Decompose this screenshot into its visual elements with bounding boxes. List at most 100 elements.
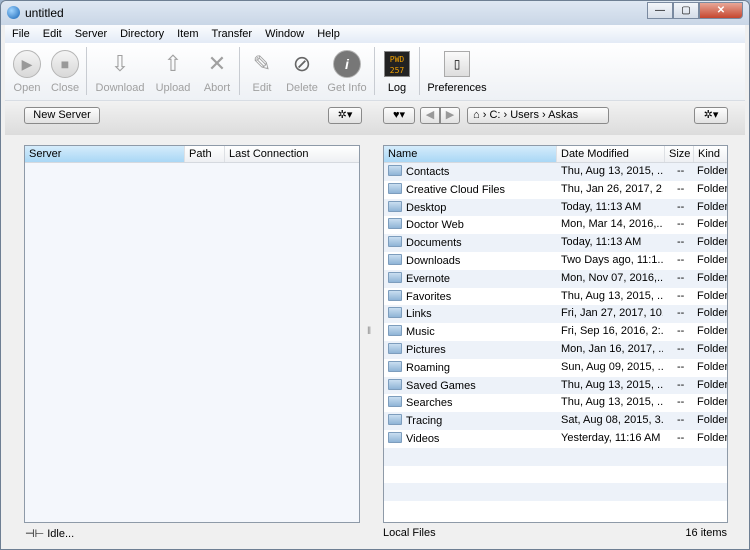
file-row[interactable]: Links Fri, Jan 27, 2017, 10... -- Folder [384,305,728,324]
log-button[interactable]: PWD 257 Log [380,47,414,94]
preferences-button[interactable]: ▯ Preferences [425,47,489,94]
menu-transfer[interactable]: Transfer [205,25,259,43]
folder-icon [388,271,402,283]
toolbar: ▶ Open ■ Close ⇩ Download ⇧ Upload ✕ Abort ✎ E… [5,43,745,101]
edit-label: Edit [252,82,272,94]
breadcrumb-users[interactable]: Users [510,109,539,121]
breadcrumb-c[interactable]: C: [489,109,500,121]
breadcrumb-askas[interactable]: Askas [548,109,578,121]
file-row[interactable]: Roaming Sun, Aug 09, 2015, ... -- Folder [384,359,727,377]
favorites-menu-button[interactable]: ♥▾ [383,107,415,124]
column-path[interactable]: Path [185,146,225,162]
empty-row [384,501,727,519]
log-icon: PWD 257 [384,51,410,77]
minimize-button[interactable]: — [647,2,673,19]
menu-edit[interactable]: Edit [36,25,68,43]
upload-button[interactable]: ⇧ Upload [153,47,193,94]
file-row[interactable]: Desktop Today, 11:13 AM -- Folder [384,198,727,217]
folder-icon [388,325,402,337]
edit-button[interactable]: ✎ Edit [245,47,279,94]
gear-icon: ✲▾ [337,109,353,121]
empty-row [384,466,727,484]
new-server-button[interactable]: New Server [24,107,100,124]
file-kind: Folder [697,414,728,427]
open-label: Open [13,82,41,94]
right-action-menu-button[interactable]: ✲▾ [694,107,728,124]
file-row[interactable]: Tracing Sat, Aug 08, 2015, 3... -- Folde… [384,412,727,430]
window-title: untitled [25,6,64,20]
play-icon: ▶ [13,50,41,78]
file-name: Tracing [388,414,556,427]
forward-button[interactable]: ▶ [440,107,460,124]
log-label: Log [387,82,407,94]
file-name: Pictures [388,343,556,356]
folder-icon [388,414,402,426]
file-name: Links [388,307,556,320]
file-size: -- [677,360,685,373]
file-date: Thu, Aug 13, 2015, ... [561,396,663,409]
file-kind: Folder [697,307,728,320]
file-kind: Folder [697,182,728,195]
file-row[interactable]: Music Fri, Sep 16, 2016, 2:... -- Folder [384,323,727,341]
file-row[interactable]: Videos Yesterday, 11:16 AM -- Folder [384,430,727,448]
heart-icon: ♥▾ [392,109,406,121]
file-size: -- [677,271,685,284]
file-size: -- [677,414,685,427]
file-row[interactable]: Documents Today, 11:13 AM -- Folder [384,234,727,252]
status-item-count: 16 items [685,527,727,539]
file-row[interactable]: Downloads Two Days ago, 11:1... -- Folde… [384,252,727,270]
left-action-menu-button[interactable]: ✲▾ [328,107,362,124]
info-icon: i [333,50,361,78]
menu-item[interactable]: Item [170,25,204,43]
file-row[interactable]: Contacts Thu, Aug 13, 2015, ... -- Folde… [384,163,727,181]
folder-icon [388,360,402,372]
stop-icon: ■ [51,50,79,78]
file-row[interactable]: Doctor Web Mon, Mar 14, 2016,... -- Fold… [384,216,727,234]
home-icon[interactable]: ⌂ [473,109,480,121]
menu-server[interactable]: Server [68,25,113,43]
connection-plug-icon: ⊣⊢ [25,528,45,540]
close-button[interactable]: ■ Close [47,47,83,94]
file-row[interactable]: Searches Thu, Aug 13, 2015, ... -- Folde… [384,394,727,412]
close-window-button[interactable]: ✕ [699,2,743,19]
status-text: Idle... [47,528,75,540]
column-server[interactable]: Server [25,146,185,162]
delete-button[interactable]: ⊘ Delete [283,47,321,94]
menu-window[interactable]: Window [258,25,310,43]
folder-icon [388,432,402,443]
file-row[interactable]: Favorites Thu, Aug 13, 2015, ... -- Fold… [384,288,727,306]
get-info-button[interactable]: i Get Info [325,47,369,94]
column-kind[interactable]: Kind [694,146,727,162]
file-size: -- [677,396,685,409]
file-row[interactable]: Pictures Mon, Jan 16, 2017, ... -- Folde… [384,341,727,359]
file-name: Videos [388,432,556,445]
column-date-modified[interactable]: Date Modified [557,146,665,162]
file-size: -- [677,307,685,320]
file-date: Today, 11:13 AM [561,236,642,249]
file-kind: Folder [697,254,728,266]
column-size[interactable]: Size [665,146,694,162]
splitter-handle[interactable]: ‖ [367,326,371,337]
abort-button[interactable]: ✕ Abort [199,47,235,94]
file-kind: Folder [697,378,728,391]
download-button[interactable]: ⇩ Download [93,47,147,94]
file-row[interactable]: Creative Cloud Files Thu, Jan 26, 2017, … [384,181,727,199]
menu-directory[interactable]: Directory [113,25,170,43]
upload-icon: ⇧ [163,51,183,76]
file-size: -- [677,236,685,249]
title-bar: untitled — ▢ ✕ [1,1,749,25]
column-last-connection[interactable]: Last Connection [225,146,359,162]
menu-help[interactable]: Help [310,25,346,43]
menu-file[interactable]: File [5,25,36,43]
maximize-button[interactable]: ▢ [673,2,699,19]
file-row[interactable]: Evernote Mon, Nov 07, 2016,... -- Folder [384,269,727,288]
column-name[interactable]: Name [384,146,557,162]
open-button[interactable]: ▶ Open [9,47,45,94]
file-row[interactable]: Saved Games Thu, Aug 13, 2015, ... -- Fo… [384,376,728,395]
switch-icon: ▯ [444,51,470,77]
back-button[interactable]: ◀ [420,107,440,124]
abort-label: Abort [203,82,231,94]
file-name: Desktop [388,200,556,214]
folder-icon [388,378,402,390]
file-date: Thu, Aug 13, 2015, ... [561,378,663,391]
